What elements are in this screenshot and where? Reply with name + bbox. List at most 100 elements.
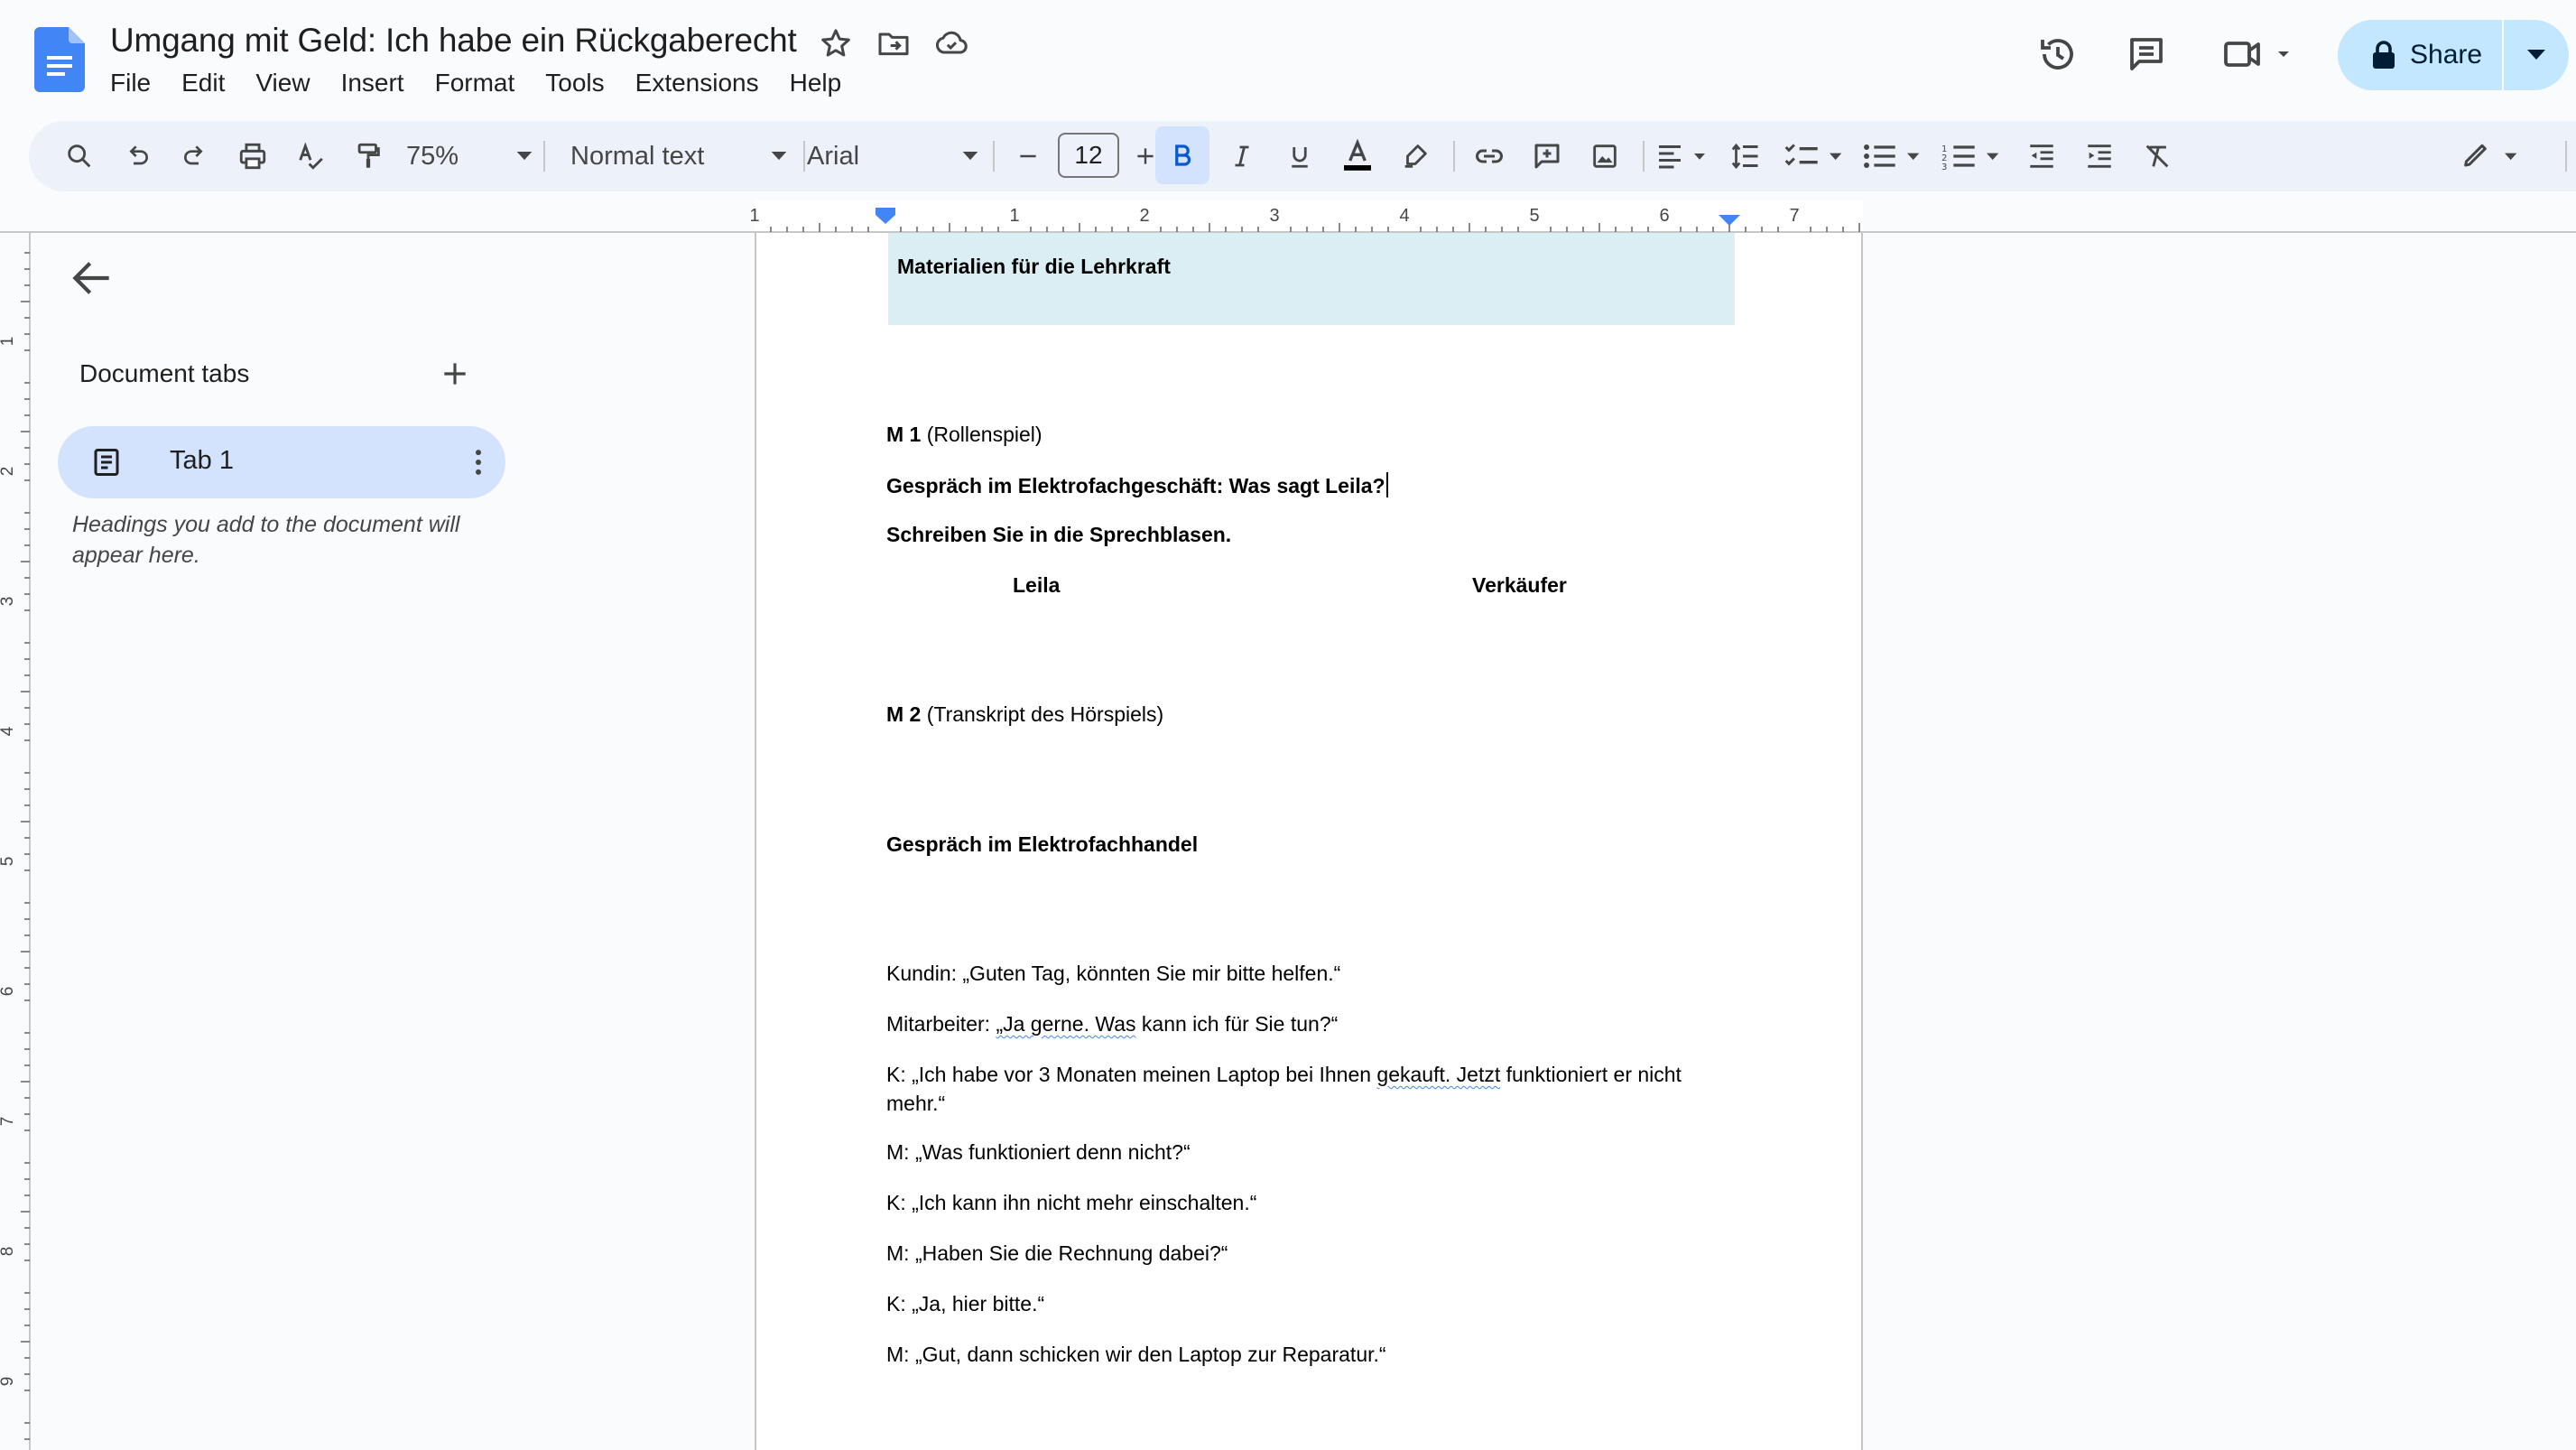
lock-icon xyxy=(2370,40,2397,70)
zoom-select[interactable]: 75% xyxy=(406,135,533,178)
add-comment-icon[interactable] xyxy=(1525,135,1569,178)
ruler-label: 5 xyxy=(1529,206,1539,226)
toolbar-divider xyxy=(993,141,995,172)
back-arrow-icon[interactable] xyxy=(67,253,117,303)
font-dropdown-icon xyxy=(962,152,978,161)
horizontal-ruler[interactable]: 1 1 2 3 4 5 6 7 xyxy=(0,200,2576,233)
checklist-select[interactable] xyxy=(1782,135,1850,178)
menu-tools[interactable]: Tools xyxy=(545,67,604,99)
line-spacing-icon[interactable] xyxy=(1724,135,1767,178)
transcript-line-3[interactable]: K: „Ich habe vor 3 Monaten meinen Laptop… xyxy=(886,1063,1682,1087)
m1-title[interactable]: Gespräch im Elektrofachgeschäft: Was sag… xyxy=(886,472,1388,498)
menu-help[interactable]: Help xyxy=(790,67,842,99)
insert-image-icon[interactable] xyxy=(1583,135,1626,178)
paragraph-style-value: Normal text xyxy=(570,141,705,171)
align-select[interactable] xyxy=(1654,135,1713,178)
m2-heading[interactable]: M 2 (Transkript des Hörspiels) xyxy=(886,702,1163,727)
more-options-icon[interactable] xyxy=(460,444,496,480)
transcript-line-4[interactable]: M: „Was funktioniert denn nicht?“ xyxy=(886,1140,1191,1165)
increase-indent-icon[interactable] xyxy=(2078,135,2121,178)
share-main-button[interactable]: Share xyxy=(2338,20,2502,90)
transcript-line-3-cont[interactable]: mehr.“ xyxy=(886,1092,945,1116)
font-size-input[interactable]: 12 xyxy=(1058,133,1119,178)
ruler-label: 3 xyxy=(1269,206,1279,226)
bulleted-list-select[interactable] xyxy=(1859,135,1928,178)
share-dropdown-icon[interactable] xyxy=(2504,50,2569,60)
italic-button[interactable] xyxy=(1220,135,1264,178)
zoom-dropdown-icon xyxy=(516,152,533,161)
svg-text:3: 3 xyxy=(1941,163,1947,172)
redo-icon[interactable] xyxy=(173,135,217,178)
paint-format-icon[interactable] xyxy=(347,135,390,178)
search-menus-icon[interactable] xyxy=(58,135,101,178)
print-icon[interactable] xyxy=(231,135,274,178)
transcript-line-2[interactable]: Mitarbeiter: „Ja gerne. Was kann ich für… xyxy=(886,1012,1338,1036)
tab-item-tab-1[interactable]: Tab 1 xyxy=(58,426,505,498)
column-label-verkaeufer[interactable]: Verkäufer xyxy=(1472,573,1567,598)
toolbar-divider xyxy=(2565,141,2567,172)
transcript-line-8[interactable]: M: „Gut, dann schicken wir den Laptop zu… xyxy=(886,1343,1386,1367)
font-family-select[interactable]: Arial xyxy=(807,135,978,178)
bold-button[interactable] xyxy=(1155,126,1209,184)
toolbar-divider xyxy=(1453,141,1455,172)
style-dropdown-icon xyxy=(771,152,787,161)
document-outline-sidebar: Document tabs Tab 1 Headings you add to … xyxy=(31,233,536,1450)
vertical-ruler-label: 8 xyxy=(0,1247,17,1257)
formatting-toolbar: 75% Normal text Arial 12 1 2 3 xyxy=(29,121,2576,191)
spellcheck-icon[interactable] xyxy=(289,135,332,178)
menu-edit[interactable]: Edit xyxy=(181,67,225,99)
cloud-saved-icon[interactable] xyxy=(933,25,969,61)
share-button[interactable]: Share xyxy=(2338,20,2569,90)
numbered-list-select[interactable]: 123 xyxy=(1939,135,2007,178)
vertical-ruler-label: 7 xyxy=(0,1117,17,1127)
header-box-text: Materialien für die Lehrkraft xyxy=(897,255,1171,278)
docs-logo-icon[interactable] xyxy=(34,27,85,92)
ruler-label: 4 xyxy=(1399,206,1409,226)
move-folder-icon[interactable] xyxy=(876,25,912,61)
underline-button[interactable] xyxy=(1278,135,1321,178)
document-tab-icon xyxy=(90,446,123,479)
tab-label: Tab 1 xyxy=(170,446,234,475)
m1-instruction[interactable]: Schreiben Sie in die Sprechblasen. xyxy=(886,523,1231,547)
vertical-ruler-label: 2 xyxy=(0,467,17,477)
undo-icon[interactable] xyxy=(116,135,159,178)
vertical-ruler-label: 9 xyxy=(0,1377,17,1387)
meet-video-icon[interactable] xyxy=(2220,33,2302,76)
grammar-suggestion: „Ja gerne. Was xyxy=(996,1012,1136,1036)
app-header: Umgang mit Geld: Ich habe ein Rückgabere… xyxy=(0,0,2576,116)
menu-file[interactable]: File xyxy=(110,67,151,99)
vertical-ruler[interactable]: 1 2 3 4 5 6 7 8 9 xyxy=(0,233,31,1450)
comments-icon[interactable] xyxy=(2125,33,2168,76)
editing-mode-select[interactable] xyxy=(2457,135,2534,178)
transcript-line-1[interactable]: Kundin: „Guten Tag, könnten Sie mir bitt… xyxy=(886,962,1340,986)
toolbar-divider xyxy=(543,141,545,172)
menu-view[interactable]: View xyxy=(255,67,310,99)
highlight-color-icon[interactable] xyxy=(1394,135,1437,178)
document-tabs-heading: Document tabs xyxy=(79,359,250,387)
ruler-label: 1 xyxy=(1009,206,1019,226)
vertical-ruler-label: 1 xyxy=(0,337,17,347)
document-title[interactable]: Umgang mit Geld: Ich habe ein Rückgabere… xyxy=(110,22,797,60)
transcript-line-6[interactable]: M: „Haben Sie die Rechnung dabei?“ xyxy=(886,1241,1228,1266)
version-history-icon[interactable] xyxy=(2036,33,2080,76)
column-label-leila[interactable]: Leila xyxy=(1013,573,1060,598)
transcript-line-5[interactable]: K: „Ich kann ihn nicht mehr einschalten.… xyxy=(886,1191,1256,1215)
document-page[interactable]: Materialien für die Lehrkraft M 1 (Rolle… xyxy=(755,233,1863,1450)
insert-link-icon[interactable] xyxy=(1468,135,1511,178)
menu-insert[interactable]: Insert xyxy=(341,67,404,99)
teacher-materials-header-box: Materialien für die Lehrkraft xyxy=(888,233,1735,325)
decrease-indent-icon[interactable] xyxy=(2020,135,2063,178)
paragraph-style-select[interactable]: Normal text xyxy=(570,135,787,178)
menu-format[interactable]: Format xyxy=(435,67,515,99)
star-icon[interactable] xyxy=(818,25,854,61)
m1-heading[interactable]: M 1 (Rollenspiel) xyxy=(886,423,1042,447)
text-color-icon[interactable] xyxy=(1336,135,1379,178)
transcript-line-7[interactable]: K: „Ja, hier bitte.“ xyxy=(886,1292,1044,1316)
m2-title[interactable]: Gespräch im Elektrofachhandel xyxy=(886,832,1198,857)
vertical-ruler-label: 3 xyxy=(0,597,17,607)
share-label: Share xyxy=(2410,40,2483,70)
decrease-font-size-icon[interactable] xyxy=(1007,135,1049,178)
add-tab-icon[interactable] xyxy=(437,356,473,392)
clear-formatting-icon[interactable] xyxy=(2136,135,2179,178)
menu-extensions[interactable]: Extensions xyxy=(635,67,759,99)
